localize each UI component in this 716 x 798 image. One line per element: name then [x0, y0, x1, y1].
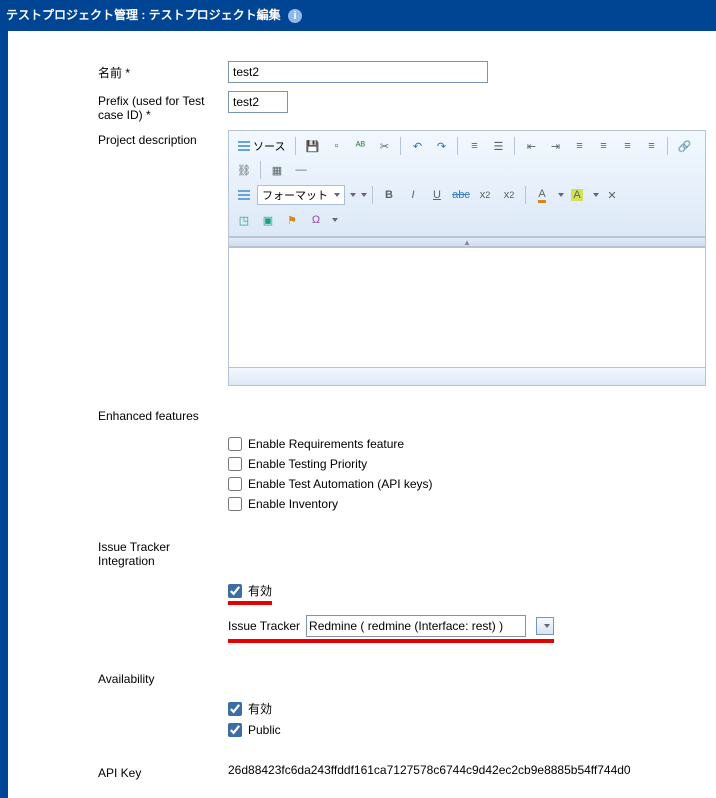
numbered-list-icon[interactable]: ≡ [463, 135, 485, 157]
superscript-icon[interactable]: x2 [498, 184, 520, 206]
bg-color-icon[interactable]: A [566, 184, 588, 206]
redo-icon[interactable]: ↷ [430, 135, 452, 157]
row-api-key: API Key 26d88423fc6da243ffddf161ca712757… [98, 763, 706, 780]
italic-icon[interactable]: I [402, 184, 424, 206]
checkbox-priority[interactable] [228, 457, 242, 471]
editor-source-button[interactable]: ソース [233, 135, 290, 157]
checkbox-availability-enabled[interactable] [228, 702, 242, 716]
text-color-icon[interactable]: A [531, 184, 553, 206]
lines-icon[interactable] [233, 184, 255, 206]
indent-icon[interactable]: ⇥ [544, 135, 566, 157]
page-header: テストプロジェクト管理 : テストプロジェクト編集 i [0, 0, 716, 31]
align-justify-icon[interactable]: ≡ [640, 135, 662, 157]
name-input[interactable] [228, 61, 488, 83]
chevron-down-icon[interactable] [361, 193, 367, 197]
heading-api-key: API Key [98, 763, 228, 780]
chevron-down-icon [544, 624, 550, 628]
editor-toolbar: ソース 💾 ▫ ᴬᴮ ✂ ↶ ↷ ≡ ☰ [229, 131, 705, 237]
checkbox-inventory[interactable] [228, 497, 242, 511]
hr-icon[interactable]: — [290, 159, 312, 181]
newpage-icon[interactable]: ▫ [325, 135, 347, 157]
row-name: 名前 * [98, 61, 706, 83]
remove-format-icon[interactable]: ✕ [601, 184, 623, 206]
label-availability-enabled: 有効 [248, 700, 272, 717]
underline-icon[interactable]: U [426, 184, 448, 206]
toolbar-collapse-handle[interactable]: ▲ [229, 237, 705, 247]
heading-enhanced: Enhanced features [98, 406, 228, 423]
label-issue-tracker-enabled: 有効 [248, 582, 272, 599]
source-icon [238, 140, 250, 152]
bulleted-list-icon[interactable]: ☰ [487, 135, 509, 157]
label-priority: Enable Testing Priority [248, 457, 367, 471]
rich-text-editor: ソース 💾 ▫ ᴬᴮ ✂ ↶ ↷ ≡ ☰ [228, 130, 706, 386]
special-char-icon[interactable]: Ω [305, 209, 327, 231]
anchor-icon[interactable]: ⚑ [281, 209, 303, 231]
frame-border: 名前 * Prefix (used for Test case ID) * Pr… [0, 31, 716, 798]
checkbox-issue-tracker-enabled[interactable] [228, 584, 242, 598]
row-description: Project description ソース 💾 ▫ [98, 130, 706, 386]
row-prefix: Prefix (used for Test case ID) * [98, 91, 706, 122]
label-prefix: Prefix (used for Test case ID) * [98, 91, 228, 122]
section-availability: Availability 有効 Public [98, 669, 706, 743]
section-issue-tracker: Issue Tracker Integration 有効 Issue Track… [98, 537, 706, 649]
spellcheck-icon[interactable]: ᴬᴮ [349, 135, 371, 157]
label-issue-tracker-field: Issue Tracker [228, 619, 300, 633]
flash-icon[interactable]: ▣ [257, 209, 279, 231]
unlink-icon[interactable]: ⛓ [233, 159, 255, 181]
outdent-icon[interactable]: ⇤ [520, 135, 542, 157]
chevron-down-icon[interactable] [593, 193, 599, 197]
align-right-icon[interactable]: ≡ [616, 135, 638, 157]
label-name: 名前 * [98, 61, 228, 81]
heading-availability: Availability [98, 669, 228, 686]
checkbox-public[interactable] [228, 723, 242, 737]
strikethrough-icon[interactable]: abc [450, 184, 472, 206]
chevron-down-icon[interactable] [558, 193, 564, 197]
api-key-value: 26d88423fc6da243ffddf161ca7127578c6744c9… [228, 763, 631, 777]
undo-icon[interactable]: ↶ [406, 135, 428, 157]
issue-tracker-selected: Redmine ( redmine (Interface: rest) ) [309, 619, 503, 633]
bold-icon[interactable]: B [378, 184, 400, 206]
prefix-input[interactable] [228, 91, 288, 113]
issue-tracker-select[interactable]: Redmine ( redmine (Interface: rest) ) [306, 615, 526, 637]
checkbox-requirements[interactable] [228, 437, 242, 451]
select-arrow-button[interactable] [536, 617, 554, 635]
chevron-down-icon[interactable] [332, 218, 338, 222]
page-title: テストプロジェクト管理 : テストプロジェクト編集 [6, 8, 281, 22]
form-content: 名前 * Prefix (used for Test case ID) * Pr… [8, 31, 716, 798]
link-icon[interactable]: 🔗 [673, 135, 695, 157]
checkbox-automation[interactable] [228, 477, 242, 491]
label-description: Project description [98, 130, 228, 147]
image-icon[interactable]: ◳ [233, 209, 255, 231]
label-requirements: Enable Requirements feature [248, 437, 404, 451]
label-inventory: Enable Inventory [248, 497, 338, 511]
editor-path-bar [229, 367, 705, 385]
label-public: Public [248, 723, 281, 737]
cut-icon[interactable]: ✂ [373, 135, 395, 157]
heading-issue-tracker: Issue Tracker Integration [98, 537, 228, 568]
chevron-down-icon [334, 193, 340, 197]
table-icon[interactable]: ▦ [266, 159, 288, 181]
section-enhanced: Enhanced features Enable Requirements fe… [98, 406, 706, 517]
chevron-down-icon[interactable] [350, 193, 356, 197]
editor-textarea[interactable] [229, 247, 705, 367]
format-dropdown[interactable]: フォーマット [257, 185, 345, 205]
label-automation: Enable Test Automation (API keys) [248, 477, 433, 491]
align-left-icon[interactable]: ≡ [568, 135, 590, 157]
subscript-icon[interactable]: x2 [474, 184, 496, 206]
align-center-icon[interactable]: ≡ [592, 135, 614, 157]
save-icon[interactable]: 💾 [301, 135, 323, 157]
help-icon[interactable]: i [288, 9, 302, 23]
